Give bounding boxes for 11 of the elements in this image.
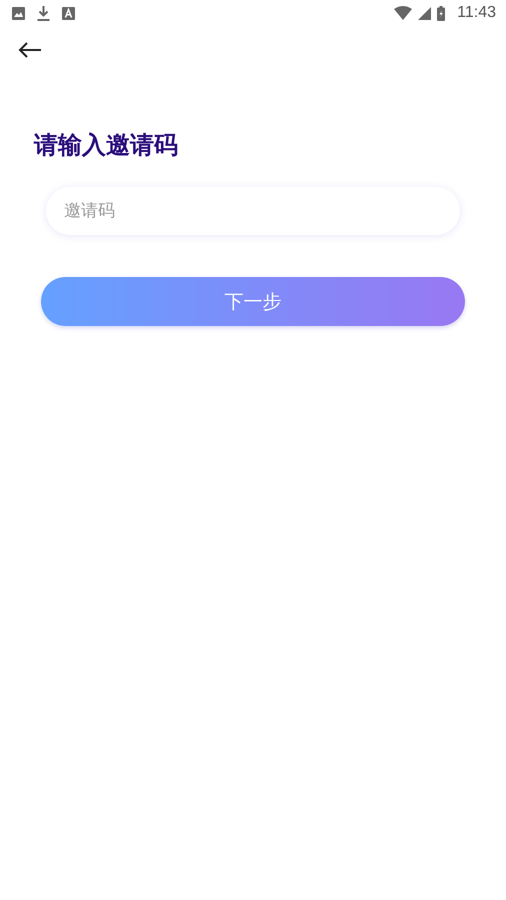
- wifi-icon: [394, 6, 412, 20]
- battery-icon: [437, 6, 446, 20]
- invite-code-field[interactable]: 邀请码: [46, 187, 460, 235]
- clock-time: 11:43: [457, 4, 496, 22]
- page-title: 请输入邀请码: [34, 130, 178, 160]
- download-icon: [37, 6, 50, 20]
- font-icon: [62, 6, 75, 20]
- image-icon: [12, 6, 25, 20]
- next-step-button[interactable]: 下一步: [41, 277, 465, 326]
- back-arrow-icon[interactable]: [18, 42, 42, 58]
- signal-icon: [418, 6, 432, 20]
